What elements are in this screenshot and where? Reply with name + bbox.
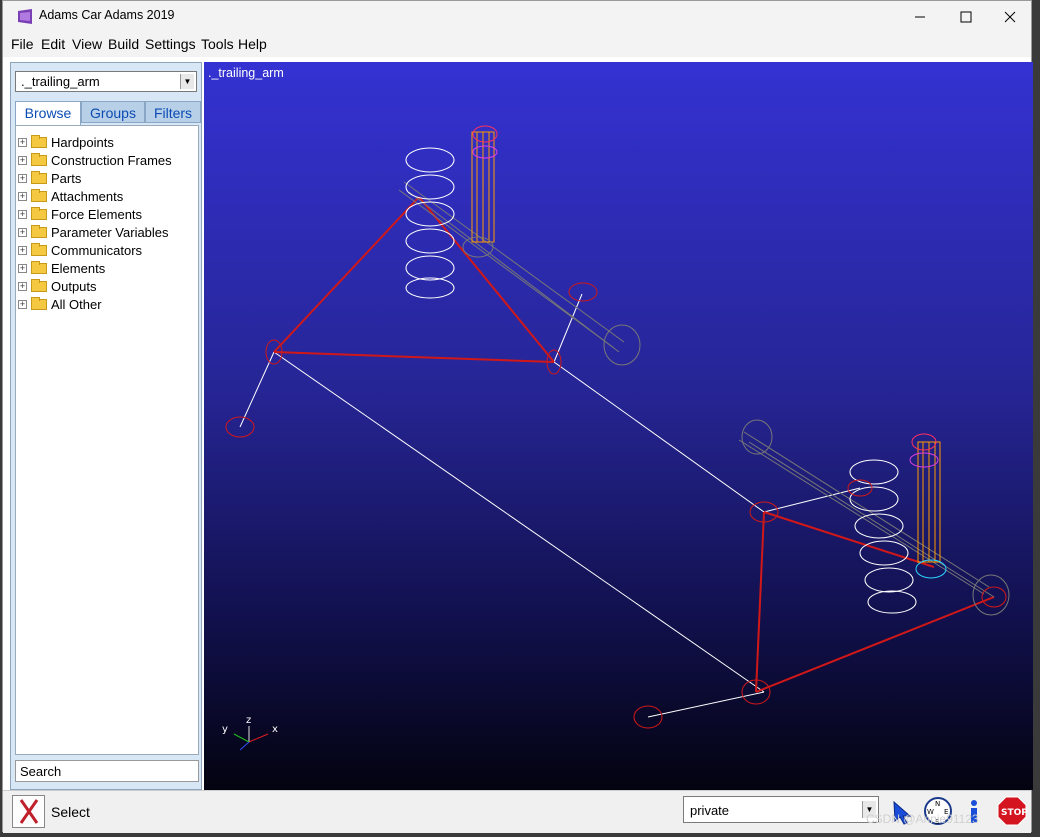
tree-item-communicators[interactable]: + Communicators	[18, 241, 142, 259]
suspension-wireframe: y z x	[222, 125, 1010, 751]
menu-view[interactable]: View	[72, 36, 102, 52]
triad-z-label: z	[246, 715, 251, 726]
tab-filters[interactable]: Filters	[145, 101, 201, 123]
tree-item-label: Communicators	[51, 242, 143, 258]
tree-item-hardpoints[interactable]: + Hardpoints	[18, 133, 114, 151]
expand-icon[interactable]: +	[18, 299, 27, 309]
menu-help[interactable]: Help	[238, 36, 267, 52]
expand-icon[interactable]: +	[18, 191, 27, 201]
tree-item-attachments[interactable]: + Attachments	[18, 187, 123, 205]
tree-item-outputs[interactable]: + Outputs	[18, 277, 97, 295]
expand-icon[interactable]: +	[18, 173, 27, 183]
folder-icon	[31, 224, 47, 238]
folder-icon	[31, 188, 47, 202]
tab-groups[interactable]: Groups	[81, 101, 145, 123]
expand-icon[interactable]: +	[18, 227, 27, 237]
browse-tree: + Hardpoints + Construction Frames + Parts …	[15, 125, 199, 755]
folder-icon	[31, 242, 47, 256]
triad-x-label: x	[272, 724, 278, 735]
tree-item-label: Attachments	[51, 188, 124, 204]
minimize-icon	[915, 16, 925, 17]
tree-item-force-elements[interactable]: + Force Elements	[18, 205, 142, 223]
status-text: Select	[51, 804, 90, 820]
window-title: Adams Car Adams 2019	[39, 8, 175, 22]
close-icon	[1004, 11, 1016, 22]
stop-button[interactable]: STOP	[995, 794, 1029, 828]
tree-item-label: Parameter Variables	[51, 224, 169, 240]
tree-item-label: Force Elements	[51, 206, 143, 222]
folder-icon	[31, 206, 47, 220]
search-input[interactable]: Search	[15, 760, 199, 782]
expand-icon[interactable]: +	[18, 245, 27, 255]
tree-item-label: Elements	[51, 260, 106, 276]
tree-item-label: Construction Frames	[51, 152, 172, 168]
menu-build[interactable]: Build	[108, 36, 139, 52]
tab-browse[interactable]: Browse	[15, 101, 81, 125]
tree-item-label: Outputs	[51, 278, 97, 294]
tree-item-elements[interactable]: + Elements	[18, 259, 105, 277]
folder-icon	[31, 134, 47, 148]
triad-y-label: y	[222, 724, 228, 735]
folder-icon	[31, 296, 47, 310]
title-bar: Adams Car Adams 2019	[3, 1, 1031, 32]
svg-text:N: N	[935, 800, 940, 808]
search-label: Search	[20, 764, 62, 779]
folder-icon	[31, 152, 47, 166]
tree-item-label: Hardpoints	[51, 134, 114, 150]
menu-settings[interactable]: Settings	[145, 36, 196, 52]
menu-bar: File Edit View Build Settings Tools Help	[3, 32, 1031, 57]
model-selector[interactable]: ._trailing_arm ▼	[15, 71, 197, 92]
expand-icon[interactable]: +	[18, 263, 27, 273]
database-selector-value: private	[690, 803, 730, 818]
maximize-icon	[960, 11, 972, 22]
menu-edit[interactable]: Edit	[41, 36, 65, 52]
model-selector-value: ._trailing_arm	[21, 74, 100, 89]
folder-icon	[31, 278, 47, 292]
expand-icon[interactable]: +	[18, 155, 27, 165]
close-button[interactable]	[987, 1, 1033, 32]
adams-app-icon	[18, 9, 32, 24]
expand-icon[interactable]: +	[18, 209, 27, 219]
tree-item-construction-frames[interactable]: + Construction Frames	[18, 151, 172, 169]
tree-item-parameter-variables[interactable]: + Parameter Variables	[18, 223, 169, 241]
tree-item-label: All Other	[51, 296, 102, 312]
tree-item-parts[interactable]: + Parts	[18, 169, 81, 187]
application-window: Adams Car Adams 2019 File Edit View Buil…	[2, 0, 1033, 833]
tree-item-all-other[interactable]: + All Other	[18, 295, 102, 313]
folder-icon	[31, 260, 47, 274]
select-mode-icon[interactable]	[12, 795, 45, 828]
watermark: CSDN @Annie91123	[866, 812, 979, 826]
tree-item-label: Parts	[51, 170, 82, 186]
coordinate-triad-icon: y z x	[222, 715, 278, 751]
chevron-down-icon[interactable]: ▼	[180, 74, 194, 89]
expand-icon[interactable]: +	[18, 137, 27, 147]
model-browser-panel: ._trailing_arm ▼ Browse Groups Filters +…	[10, 62, 202, 790]
minimize-button[interactable]	[897, 1, 943, 32]
stop-label: STOP	[1001, 808, 1028, 818]
browser-tabs: Browse Groups Filters	[15, 101, 201, 125]
expand-icon[interactable]: +	[18, 281, 27, 291]
stop-sign-icon: STOP	[997, 796, 1028, 826]
3d-viewport[interactable]: ._trailing_arm y z x	[204, 62, 1033, 790]
maximize-button[interactable]	[943, 1, 989, 32]
folder-icon	[31, 170, 47, 184]
menu-file[interactable]: File	[11, 36, 34, 52]
database-selector[interactable]: private ▼	[683, 796, 879, 823]
menu-tools[interactable]: Tools	[201, 36, 234, 52]
